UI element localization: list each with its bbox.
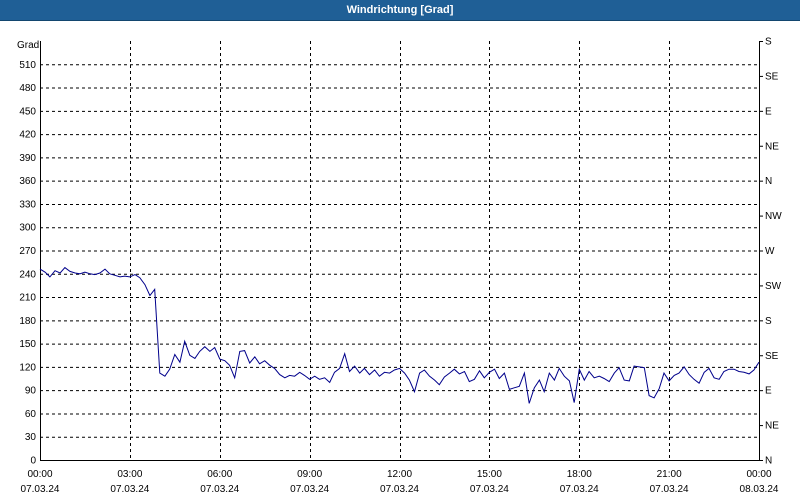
wind-direction-chart: Grad 0 30 60 90 120 150 180 210 240 270 300 330 360 3…	[17, 37, 782, 496]
y-tick-label: 510	[19, 60, 36, 71]
y-tick-label: 120	[19, 362, 36, 373]
compass-tick-label: SE	[765, 71, 779, 82]
compass-tick-label: SE	[765, 351, 779, 362]
compass-tick-label: SW	[765, 281, 782, 292]
chart-title: Windrichtung [Grad]	[0, 0, 800, 21]
compass-tick-label: N	[765, 176, 772, 187]
y-tick-label: 180	[19, 316, 36, 327]
series-line-wind-direction	[39, 266, 760, 404]
x-tick-date: 07.03.24	[380, 484, 419, 495]
x-tick-date: 07.03.24	[200, 484, 239, 495]
compass-tick-label: E	[765, 386, 772, 397]
x-tick-date: 08.03.24	[740, 484, 779, 495]
x-tick-time: 12:00	[387, 469, 412, 480]
x-tick-time: 18:00	[567, 469, 592, 480]
x-tick-date: 07.03.24	[650, 484, 689, 495]
compass-tick-label: S	[765, 37, 772, 48]
x-tick-time: 03:00	[117, 469, 142, 480]
compass-tick-label: NE	[765, 141, 779, 152]
y-tick-label: 240	[19, 269, 36, 280]
y-tick-label: 0	[30, 456, 36, 467]
y-tick-label: 360	[19, 176, 36, 187]
y-tick-label: 480	[19, 83, 36, 94]
x-tick-date: 07.03.24	[290, 484, 329, 495]
compass-axis-ticks: N NE E SE S SW W NW N NE E SE S	[759, 37, 782, 467]
y-tick-label: 30	[25, 432, 37, 443]
compass-tick-label: W	[765, 246, 775, 257]
y-axis-label: Grad	[17, 40, 39, 51]
y-tick-label: 300	[19, 223, 36, 234]
x-tick-date: 07.03.24	[560, 484, 599, 495]
y-tick-label: 450	[19, 106, 36, 117]
y-tick-label: 210	[19, 293, 36, 304]
y-tick-label: 390	[19, 153, 36, 164]
y-tick-label: 150	[19, 339, 36, 350]
y-tick-label: 60	[25, 409, 37, 420]
x-tick-time: 00:00	[746, 469, 771, 480]
x-tick-time: 15:00	[477, 469, 502, 480]
compass-tick-label: N	[765, 456, 772, 467]
y-tick-label: 90	[25, 386, 37, 397]
compass-tick-label: NW	[765, 211, 782, 222]
y-tick-label: 270	[19, 246, 36, 257]
x-tick-time: 06:00	[207, 469, 232, 480]
compass-tick-label: S	[765, 316, 772, 327]
y-axis-ticks: 0 30 60 90 120 150 180 210 240 270 300 330 360 390 420…	[19, 60, 36, 467]
x-tick-date: 07.03.24	[21, 484, 60, 495]
compass-tick-label: NE	[765, 421, 779, 432]
x-tick-time: 09:00	[297, 469, 322, 480]
x-axis-ticks: 00:00 07.03.24 03:00 07.03.24 06:00 07.03.24 0…	[21, 469, 779, 495]
x-tick-time: 21:00	[657, 469, 682, 480]
y-tick-label: 420	[19, 130, 36, 141]
x-tick-time: 00:00	[27, 469, 52, 480]
grid-lines	[40, 41, 759, 460]
compass-tick-label: E	[765, 106, 772, 117]
y-tick-label: 330	[19, 199, 36, 210]
x-tick-date: 07.03.24	[110, 484, 149, 495]
x-tick-date: 07.03.24	[470, 484, 509, 495]
